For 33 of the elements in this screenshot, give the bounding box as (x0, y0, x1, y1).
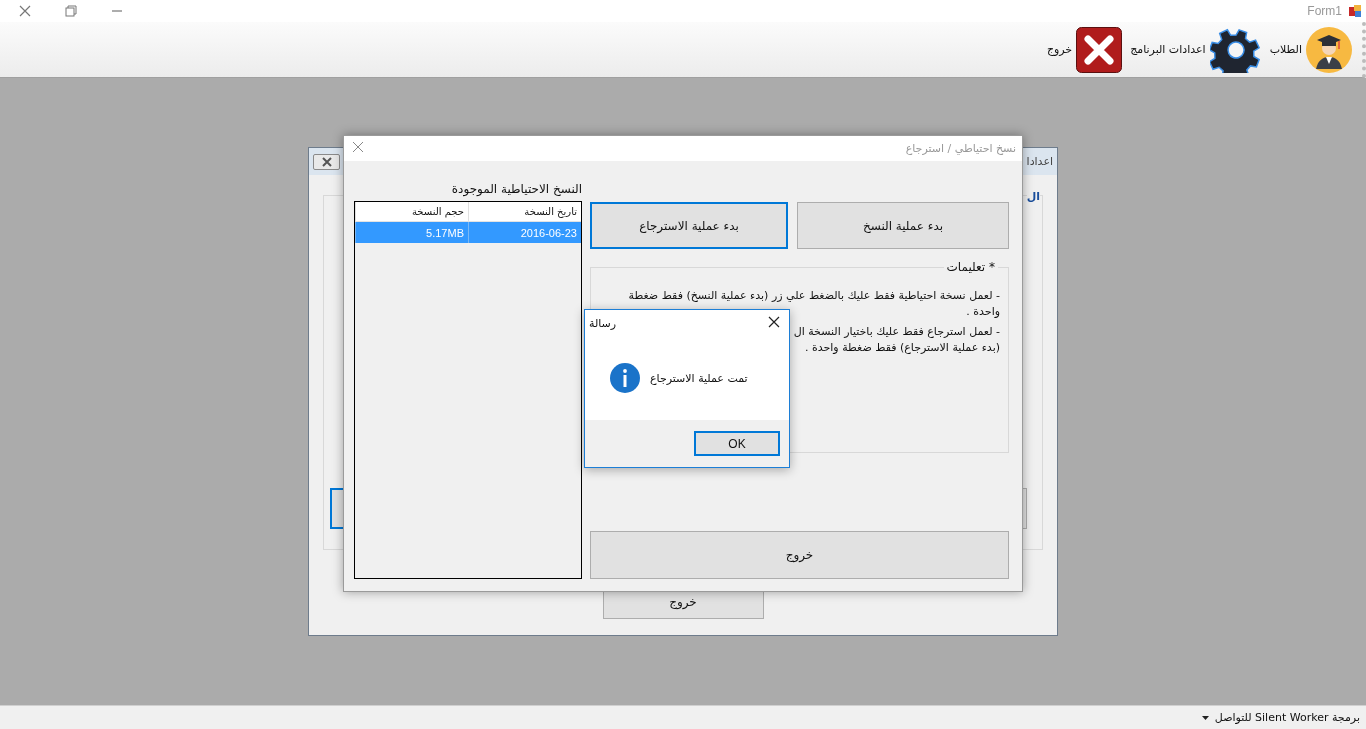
app-icon (1348, 4, 1362, 18)
toolbar-button[interactable]: اعدادات البرنامج (1128, 24, 1264, 75)
action-button[interactable]: بدء عملية النسخ (797, 202, 1009, 249)
instruction-text: - لعمل استرجاع فقط عليك باختيار النسخة ال (792, 324, 1000, 340)
info-icon (609, 362, 641, 394)
message-text: تمت عملية الاسترجاع (650, 371, 748, 385)
caret-icon (1201, 715, 1209, 720)
ok-button[interactable]: OK (694, 431, 780, 456)
instruction-text: (بدء عملية الاسترجاع) فقط ضغطة واحدة . (803, 340, 1000, 356)
group-label: ال (1026, 190, 1040, 203)
restore-icon (65, 5, 77, 17)
group-title: * تعليمات (943, 260, 998, 274)
close-icon (19, 5, 31, 17)
window-title: اعدادا (1026, 155, 1053, 168)
gear-icon (1209, 26, 1262, 73)
column-header[interactable]: تاريخ النسخة (468, 202, 581, 221)
toolbar-button[interactable]: الطلاب (1267, 24, 1354, 75)
close-icon (352, 141, 364, 153)
instruction-text: - لعمل نسخة احتياطية فقط عليك بالضغط علي زر (بدء عملية النسخ) فقط ضغطة واحدة . (627, 288, 1000, 320)
close-icon (1076, 26, 1123, 73)
action-button[interactable]: بدء عملية الاسترجاع (590, 202, 788, 249)
close-icon (320, 156, 333, 167)
dialog-title: نسخ احتياطي / استرجاع (905, 142, 1016, 155)
close-button[interactable] (313, 153, 340, 170)
window-title: Form1 (1307, 4, 1342, 18)
contact-dropdown[interactable]: برمجة Silent Worker للتواصل (1199, 709, 1362, 726)
close-icon (768, 315, 780, 328)
graduate-avatar-icon (1306, 26, 1352, 73)
column-header[interactable]: حجم النسخة (355, 202, 468, 221)
list-label: النسخ الاحتياطية الموجودة (450, 181, 582, 199)
exit-button[interactable]: خروج (590, 531, 1009, 579)
message-title: رسالة (589, 316, 617, 330)
toolbar-button[interactable]: خروج (1044, 24, 1125, 75)
